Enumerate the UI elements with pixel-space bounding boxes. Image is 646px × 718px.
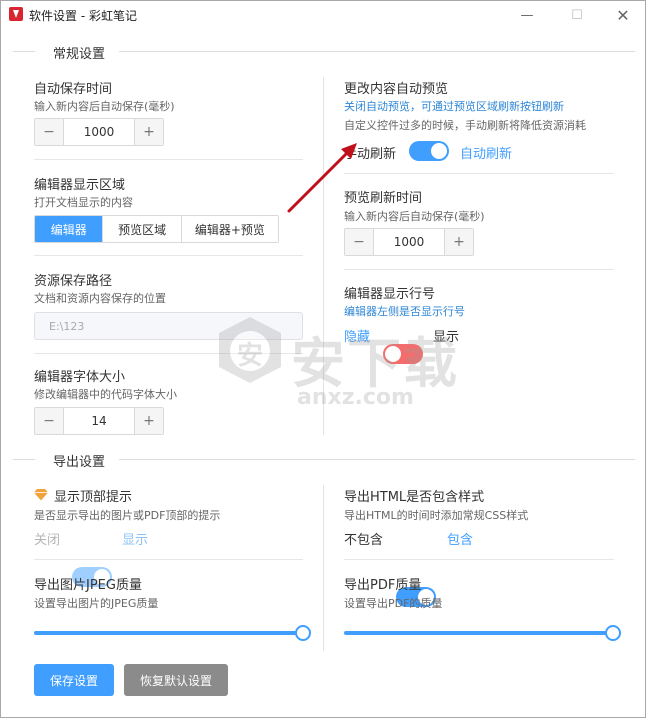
preview-refresh-stepper: − 1000 + <box>344 228 474 256</box>
auto-preview-hint: 关闭自动预览，可通过预览区域刷新按钮刷新 <box>344 100 564 113</box>
watermark-url: anxz.com <box>297 385 414 410</box>
export-section-title: 导出设置 <box>53 455 106 470</box>
html-style-desc: 导出HTML的时间时添加常规CSS样式 <box>344 509 529 522</box>
jpeg-quality-slider-track[interactable] <box>34 631 304 635</box>
annotation-arrow <box>287 143 357 213</box>
editor-area-label: 编辑器显示区域 <box>34 178 126 193</box>
option-editor[interactable]: 编辑器 <box>35 216 103 242</box>
close-button[interactable]: ✕ <box>603 1 643 29</box>
option-preview[interactable]: 预览区域 <box>102 216 181 242</box>
autosave-desc: 输入新内容后自动保存(毫秒) <box>34 100 175 113</box>
pdf-quality-desc: 设置导出PDF的质量 <box>344 597 443 610</box>
pdf-quality-label: 导出PDF质量 <box>344 578 422 593</box>
jpeg-quality-slider-handle[interactable] <box>295 625 311 641</box>
font-size-value[interactable]: 14 <box>63 408 135 434</box>
increment-button[interactable]: + <box>135 408 163 434</box>
line-numbers-label: 编辑器显示行号 <box>344 287 436 302</box>
option-editor-preview[interactable]: 编辑器+预览 <box>180 216 278 242</box>
top-hint-desc: 是否显示导出的图片或PDF顶部的提示 <box>34 509 221 522</box>
preview-refresh-value[interactable]: 1000 <box>373 229 445 255</box>
close-label[interactable]: 关闭 <box>34 529 60 548</box>
watermark-badge-text: 安 <box>237 341 264 371</box>
row-divider <box>344 173 614 174</box>
section-line-left <box>13 51 35 52</box>
section-line-left <box>13 459 35 460</box>
jpeg-quality-label: 导出图片JPEG质量 <box>34 578 142 593</box>
include-label[interactable]: 包含 <box>447 529 473 548</box>
auto-preview-label: 更改内容自动预览 <box>344 82 449 97</box>
not-include-label[interactable]: 不包含 <box>344 529 383 548</box>
row-divider <box>344 269 614 270</box>
show-label[interactable]: 显示 <box>122 529 148 548</box>
diamond-icon <box>34 489 48 501</box>
autosave-label: 自动保存时间 <box>34 82 113 97</box>
resource-path-desc: 文档和资源内容保存的位置 <box>34 292 166 305</box>
row-divider <box>344 559 614 560</box>
increment-button[interactable]: + <box>445 229 473 255</box>
row-divider <box>34 255 303 256</box>
section-line-right <box>119 51 635 52</box>
decrement-button[interactable]: − <box>35 119 63 145</box>
line-numbers-hint: 编辑器左侧是否显示行号 <box>344 305 465 318</box>
app-logo-icon <box>9 7 23 21</box>
resource-path-label: 资源保存路径 <box>34 274 113 289</box>
auto-refresh-label[interactable]: 自动刷新 <box>460 143 512 162</box>
autosave-value[interactable]: 1000 <box>63 119 135 145</box>
pdf-quality-slider-track[interactable] <box>344 631 614 635</box>
minimize-button[interactable]: — <box>507 1 547 29</box>
toggle-knob <box>431 143 447 159</box>
html-style-label: 导出HTML是否包含样式 <box>344 490 485 505</box>
editor-area-desc: 打开文档显示的内容 <box>34 196 133 209</box>
decrement-button[interactable]: − <box>35 408 63 434</box>
reset-defaults-button[interactable]: 恢复默认设置 <box>124 664 228 696</box>
auto-preview-desc: 自定义控件过多的时候，手动刷新将降低资源消耗 <box>344 119 586 132</box>
pdf-quality-slider-handle[interactable] <box>605 625 621 641</box>
font-size-stepper: − 14 + <box>34 407 164 435</box>
increment-button[interactable]: + <box>135 119 163 145</box>
maximize-button[interactable]: ☐ <box>557 1 597 29</box>
preview-refresh-desc: 输入新内容后自动保存(毫秒) <box>344 210 485 223</box>
window-title: 软件设置 - 彩虹笔记 <box>29 9 137 23</box>
font-size-label: 编辑器字体大小 <box>34 370 126 385</box>
jpeg-quality-desc: 设置导出图片的JPEG质量 <box>34 597 159 610</box>
editor-area-segmented: 编辑器 预览区域 编辑器+预览 <box>34 215 279 243</box>
auto-preview-toggle[interactable] <box>409 141 449 161</box>
watermark-badge: 安 <box>215 315 285 385</box>
row-divider <box>34 159 303 160</box>
autosave-stepper: − 1000 + <box>34 118 164 146</box>
general-section-title: 常规设置 <box>53 47 106 62</box>
column-divider <box>323 485 324 651</box>
font-size-desc: 修改编辑器中的代码字体大小 <box>34 388 177 401</box>
decrement-button[interactable]: − <box>345 229 373 255</box>
top-hint-label: 显示顶部提示 <box>54 490 133 505</box>
section-line-right <box>119 459 635 460</box>
save-settings-button[interactable]: 保存设置 <box>34 664 114 696</box>
row-divider <box>34 559 303 560</box>
